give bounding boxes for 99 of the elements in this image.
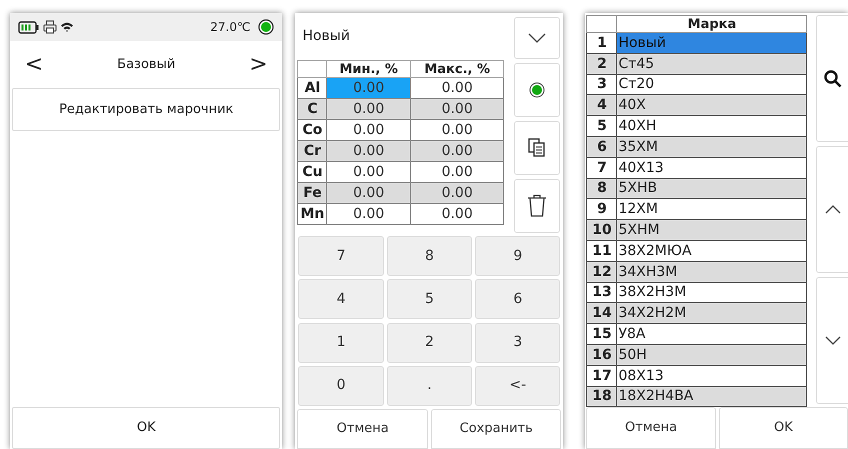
printer-icon: [43, 20, 57, 34]
table-cell[interactable]: 0.00: [326, 162, 410, 182]
table-cell[interactable]: 0.00: [410, 162, 504, 182]
table-cell[interactable]: 0.00: [326, 140, 410, 162]
copy-button[interactable]: [514, 121, 560, 175]
element-cell: Mn: [298, 204, 327, 224]
dialog-button[interactable]: Отмена: [586, 407, 716, 449]
table-cell[interactable]: 0.00: [410, 78, 504, 98]
row-number: 11: [586, 240, 617, 262]
temperature-reading: 27.0℃: [210, 19, 250, 36]
grade-cell[interactable]: 50Н: [616, 344, 807, 366]
copy-icon: [528, 138, 546, 158]
keypad-key[interactable]: 9: [475, 236, 560, 276]
chevron-down-icon: [528, 33, 546, 43]
grade-cell[interactable]: 40Х: [616, 94, 807, 116]
keypad-key[interactable]: <-: [475, 366, 560, 406]
keypad-key[interactable]: .: [386, 366, 472, 406]
grade-cell[interactable]: 38Х2Н3М: [616, 282, 807, 303]
status-indicator-icon: [258, 19, 274, 35]
grade-cell[interactable]: 35ХМ: [616, 136, 807, 158]
dialog-button[interactable]: OK: [718, 407, 848, 449]
grade-cell[interactable]: 34ХН3М: [616, 261, 807, 282]
search-button[interactable]: [816, 15, 848, 142]
keypad-key[interactable]: 5: [386, 279, 472, 320]
table-cell[interactable]: 0.00: [410, 204, 504, 224]
table-cell[interactable]: 0.00: [326, 182, 410, 204]
table-cell[interactable]: 0.00: [326, 78, 410, 98]
grade-cell[interactable]: 34Х2Н2М: [616, 302, 807, 324]
header-cell: [298, 60, 327, 78]
keypad-key[interactable]: 3: [475, 322, 560, 362]
dialog-button[interactable]: Сохранить: [430, 409, 562, 449]
row-number: 15: [586, 324, 617, 344]
grade-cell[interactable]: 38Х2МЮА: [616, 240, 807, 262]
wifi-icon: [60, 21, 74, 33]
dropdown-button[interactable]: [514, 17, 560, 59]
grade-cell[interactable]: Новый: [616, 32, 807, 54]
column-header: Марка: [616, 16, 807, 32]
column-header: Макс., %: [410, 60, 504, 78]
keypad-key[interactable]: 2: [386, 322, 472, 362]
menu-button[interactable]: Редактировать марочник: [12, 88, 280, 131]
column-header: Мин., %: [326, 60, 410, 78]
row-number: 18: [586, 386, 617, 407]
table-cell[interactable]: 0.00: [410, 140, 504, 162]
row-number: 13: [586, 282, 617, 303]
row-number: 17: [586, 365, 617, 386]
element-cell: C: [298, 98, 327, 120]
table-cell[interactable]: 0.00: [326, 204, 410, 224]
delete-button[interactable]: [514, 179, 560, 233]
grade-cell[interactable]: Ст45: [616, 53, 807, 74]
row-number: 9: [586, 198, 617, 220]
row-number: 3: [586, 74, 617, 95]
keypad-key[interactable]: 4: [298, 279, 384, 320]
grade-cell[interactable]: Ст20: [616, 74, 807, 95]
grade-cell[interactable]: 5ХНВ: [616, 178, 807, 199]
page-title: Базовый: [117, 56, 176, 74]
row-number: 8: [586, 178, 617, 199]
grade-cell[interactable]: У8А: [616, 324, 807, 344]
previous-button[interactable]: <: [24, 54, 44, 76]
row-number: 16: [586, 344, 617, 366]
keypad-key[interactable]: 6: [475, 279, 560, 320]
grade-name: Новый: [301, 27, 351, 46]
next-button[interactable]: >: [248, 54, 268, 76]
element-cell: Fe: [298, 182, 327, 204]
radio-button[interactable]: [514, 63, 560, 117]
table-cell[interactable]: 0.00: [410, 98, 504, 120]
table-cell[interactable]: 0.00: [410, 120, 504, 140]
chevron-up-icon: [824, 205, 841, 214]
row-number: 7: [586, 157, 617, 178]
keypad-key[interactable]: 8: [386, 236, 472, 276]
table-cell[interactable]: 0.00: [410, 182, 504, 204]
row-number: 10: [586, 220, 617, 240]
keypad-key[interactable]: 1: [298, 322, 384, 362]
grade-cell[interactable]: 40Х13: [616, 157, 807, 178]
element-cell: Cu: [298, 162, 327, 182]
row-number: 4: [586, 94, 617, 116]
element-cell: Al: [298, 78, 327, 98]
row-number: 12: [586, 261, 617, 282]
grade-cell[interactable]: 5ХНМ: [616, 220, 807, 240]
grade-cell[interactable]: 08Х13: [616, 365, 807, 386]
search-icon: [824, 70, 842, 88]
table-cell[interactable]: 0.00: [326, 120, 410, 140]
element-cell: Cr: [298, 140, 327, 162]
table-cell[interactable]: 0.00: [326, 98, 410, 120]
trash-icon: [527, 194, 548, 218]
row-number: 1: [586, 32, 617, 54]
keypad-key[interactable]: 7: [298, 236, 384, 276]
row-number: 6: [586, 136, 617, 158]
keypad-key[interactable]: 0: [298, 366, 384, 406]
element-cell: Co: [298, 120, 327, 140]
ok-button[interactable]: OK: [12, 407, 280, 449]
grade-cell[interactable]: 40ХН: [616, 116, 807, 136]
row-number: 5: [586, 116, 617, 136]
dialog-button[interactable]: Отмена: [297, 409, 428, 449]
row-number: 14: [586, 302, 617, 324]
grade-cell[interactable]: 12ХМ: [616, 198, 807, 220]
chevron-down-icon: [824, 336, 841, 345]
row-number: 2: [586, 53, 617, 74]
grade-cell[interactable]: 18Х2Н4ВА: [616, 386, 807, 407]
battery-icon: [18, 20, 40, 34]
